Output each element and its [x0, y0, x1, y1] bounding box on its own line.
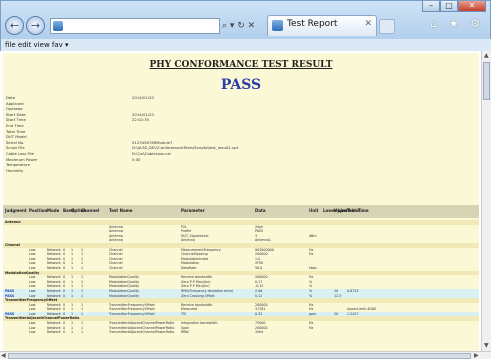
page-icon: [53, 21, 63, 31]
vertical-scroll-thumb[interactable]: [483, 62, 490, 100]
table-cell: 1: [81, 330, 84, 335]
minimize-button[interactable]: –: [422, 1, 440, 12]
navigation-bar: ← → ⌕ ▾ ↻ ✕ Test Report ✕ ⌂ ★ ⚙: [5, 14, 488, 36]
table-cell: Low: [29, 330, 36, 335]
info-row: Humidity: [6, 168, 476, 174]
back-button[interactable]: ←: [5, 16, 24, 35]
column-header[interactable]: Parameter: [181, 208, 205, 213]
horizontal-scroll-thumb[interactable]: [8, 353, 471, 359]
info-block: Date 2014/01/20 Applicant Operator Start Dat…: [6, 95, 476, 173]
scroll-left-icon[interactable]: ◀: [1, 352, 6, 359]
address-bar[interactable]: [50, 18, 220, 34]
info-key: Humidity: [6, 167, 24, 173]
report: PHY CONFORMANCE TEST RESULT PASS Date 201…: [3, 53, 479, 351]
tab-title: Test Report: [287, 19, 338, 29]
column-header[interactable]: Position: [29, 208, 47, 213]
table-cell: 1: [71, 330, 74, 335]
overall-result: PASS: [220, 77, 262, 93]
scroll-up-icon[interactable]: ▲: [484, 52, 489, 59]
new-tab-button[interactable]: [379, 19, 395, 34]
column-header[interactable]: Judgment: [5, 208, 27, 213]
page-content: PHY CONFORMANCE TEST RESULT PASS Date 201…: [0, 51, 481, 351]
vertical-scrollbar[interactable]: ▲ ▼: [481, 51, 491, 351]
forward-button[interactable]: →: [26, 16, 45, 35]
column-header[interactable]: Mode: [47, 208, 59, 213]
horizontal-scrollbar[interactable]: ◀ ▶: [0, 351, 491, 359]
tab-page-icon: [272, 20, 283, 31]
command-bar[interactable]: file edit view fav ▾: [1, 39, 491, 51]
tab-test-report[interactable]: Test Report ✕: [267, 15, 377, 36]
address-controls[interactable]: ⌕ ▾ ↻ ✕: [222, 18, 255, 34]
scroll-right-icon[interactable]: ▶: [474, 352, 479, 359]
column-header[interactable]: Test Time: [347, 208, 369, 213]
table-cell: Network: [47, 330, 61, 335]
window-controls: – □ ✕: [422, 1, 486, 12]
close-window-button[interactable]: ✕: [458, 1, 486, 12]
scroll-down-icon[interactable]: ▼: [484, 342, 489, 349]
table-row: Low Network 0 1 1 TransmitterAdjacentChannelP…: [3, 330, 479, 335]
column-header[interactable]: Unit: [309, 208, 318, 213]
table-cell: 0: [63, 330, 66, 335]
browser-chrome: – □ ✕ ← → ⌕ ▾ ↻ ✕ Test Report ✕ ⌂ ★ ⚙ fi…: [0, 0, 491, 51]
column-header[interactable]: Test Name: [109, 208, 133, 213]
maximize-button[interactable]: □: [440, 1, 458, 12]
tab-close-icon[interactable]: ✕: [364, 19, 372, 29]
table-header: Judgment Position Mode Band Option Channel Tes…: [3, 205, 479, 218]
report-title: PHY CONFORMANCE TEST RESULT: [149, 60, 333, 70]
toolbar-icons[interactable]: ⌂ ★ ⚙: [430, 17, 484, 30]
table-cell: 1kHz: [255, 330, 264, 335]
table-cell: TransmitterAdjacentChannelPowerRatio: [109, 330, 175, 335]
table-cell: RBW: [181, 330, 189, 335]
results-table: Antenna Antenna P2L 20ph Antenna Profile PASS A…: [3, 220, 479, 335]
column-header[interactable]: Channel: [81, 208, 99, 213]
column-header[interactable]: Data: [255, 208, 266, 213]
